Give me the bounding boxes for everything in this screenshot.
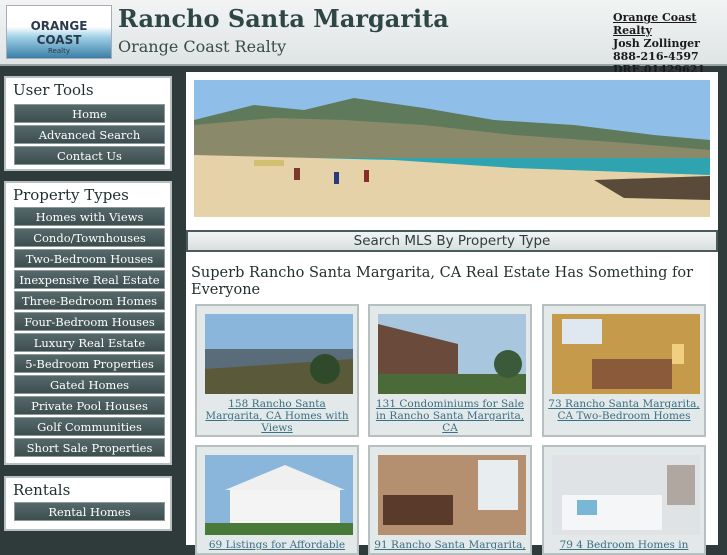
condominium-thumbnail (378, 314, 526, 394)
company-logo[interactable]: ORANGE COAST Realty (6, 5, 112, 59)
nav-homes-with-views[interactable]: Homes with Views (14, 207, 165, 226)
nav-private-pool-houses[interactable]: Private Pool Houses (14, 396, 165, 415)
house-thumbnail (205, 455, 353, 535)
site-title: Rancho Santa Margarita (118, 4, 449, 33)
four-bedroom-thumbnail (552, 455, 700, 535)
listing-card[interactable]: 131 Condominiums for Sale in Rancho Sant… (368, 304, 532, 437)
contact-block: Orange Coast Realty Josh Zollinger 888-2… (613, 11, 727, 76)
nav-advanced-search[interactable]: Advanced Search (14, 125, 165, 144)
card-link[interactable]: 73 Rancho Santa Margarita, CA Two-Bedroo… (548, 398, 700, 422)
card-link[interactable]: 69 Listings for Affordable (201, 539, 353, 551)
phone-number: 888-216-4597 (613, 50, 699, 63)
site-subtitle: Orange Coast Realty (118, 37, 287, 56)
search-mls-bar[interactable]: Search MLS By Property Type (186, 230, 718, 252)
nav-rental-homes[interactable]: Rental Homes (14, 502, 165, 521)
nav-three-bedroom-homes[interactable]: Three-Bedroom Homes (14, 291, 165, 310)
agent-name: Josh Zollinger (613, 37, 700, 50)
rentals-title: Rentals (13, 481, 71, 499)
nav-condo-townhouses[interactable]: Condo/Townhouses (14, 228, 165, 247)
rentals-panel: Rentals Rental Homes (4, 476, 172, 531)
nav-two-bedroom-houses[interactable]: Two-Bedroom Houses (14, 249, 165, 268)
bedroom-thumbnail (552, 314, 700, 394)
listing-card[interactable]: 73 Rancho Santa Margarita, CA Two-Bedroo… (542, 304, 706, 437)
nav-short-sale-properties[interactable]: Short Sale Properties (14, 438, 165, 457)
logo-sub-text: Realty (48, 47, 70, 55)
nav-inexpensive-real-estate[interactable]: Inexpensive Real Estate (14, 270, 165, 289)
nav-contact-us[interactable]: Contact Us (14, 146, 165, 165)
nav-gated-homes[interactable]: Gated Homes (14, 375, 165, 394)
property-types-title: Property Types (13, 186, 129, 204)
listing-card[interactable]: 79 4 Bedroom Homes in (542, 445, 706, 555)
listing-card[interactable]: 91 Rancho Santa Margarita, (368, 445, 532, 555)
card-link[interactable]: 131 Condominiums for Sale in Rancho Sant… (374, 398, 526, 434)
user-tools-panel: User Tools Home Advanced Search Contact … (4, 76, 172, 171)
nav-home[interactable]: Home (14, 104, 165, 123)
logo-main-text: ORANGE COAST (30, 19, 88, 47)
card-link[interactable]: 158 Rancho Santa Margarita, CA Homes wit… (201, 398, 353, 434)
main-headline: Superb Rancho Santa Margarita, CA Real E… (191, 265, 694, 298)
beach-hero-image (194, 80, 710, 217)
property-types-panel: Property Types Homes with Views Condo/To… (4, 181, 172, 465)
nav-luxury-real-estate[interactable]: Luxury Real Estate (14, 333, 165, 352)
user-tools-title: User Tools (13, 81, 94, 99)
listing-card[interactable]: 158 Rancho Santa Margarita, CA Homes wit… (195, 304, 359, 437)
card-link[interactable]: 91 Rancho Santa Margarita, (374, 539, 526, 551)
nav-5-bedroom-properties[interactable]: 5-Bedroom Properties (14, 354, 165, 373)
card-link[interactable]: 79 4 Bedroom Homes in (548, 539, 700, 551)
nav-four-bedroom-houses[interactable]: Four-Bedroom Houses (14, 312, 165, 331)
views-thumbnail (205, 314, 353, 394)
nav-golf-communities[interactable]: Golf Communities (14, 417, 165, 436)
interior-thumbnail (378, 455, 526, 535)
listing-card[interactable]: 69 Listings for Affordable (195, 445, 359, 555)
company-link[interactable]: Orange Coast Realty (613, 11, 727, 37)
site-header: ORANGE COAST Realty Rancho Santa Margari… (0, 0, 727, 76)
